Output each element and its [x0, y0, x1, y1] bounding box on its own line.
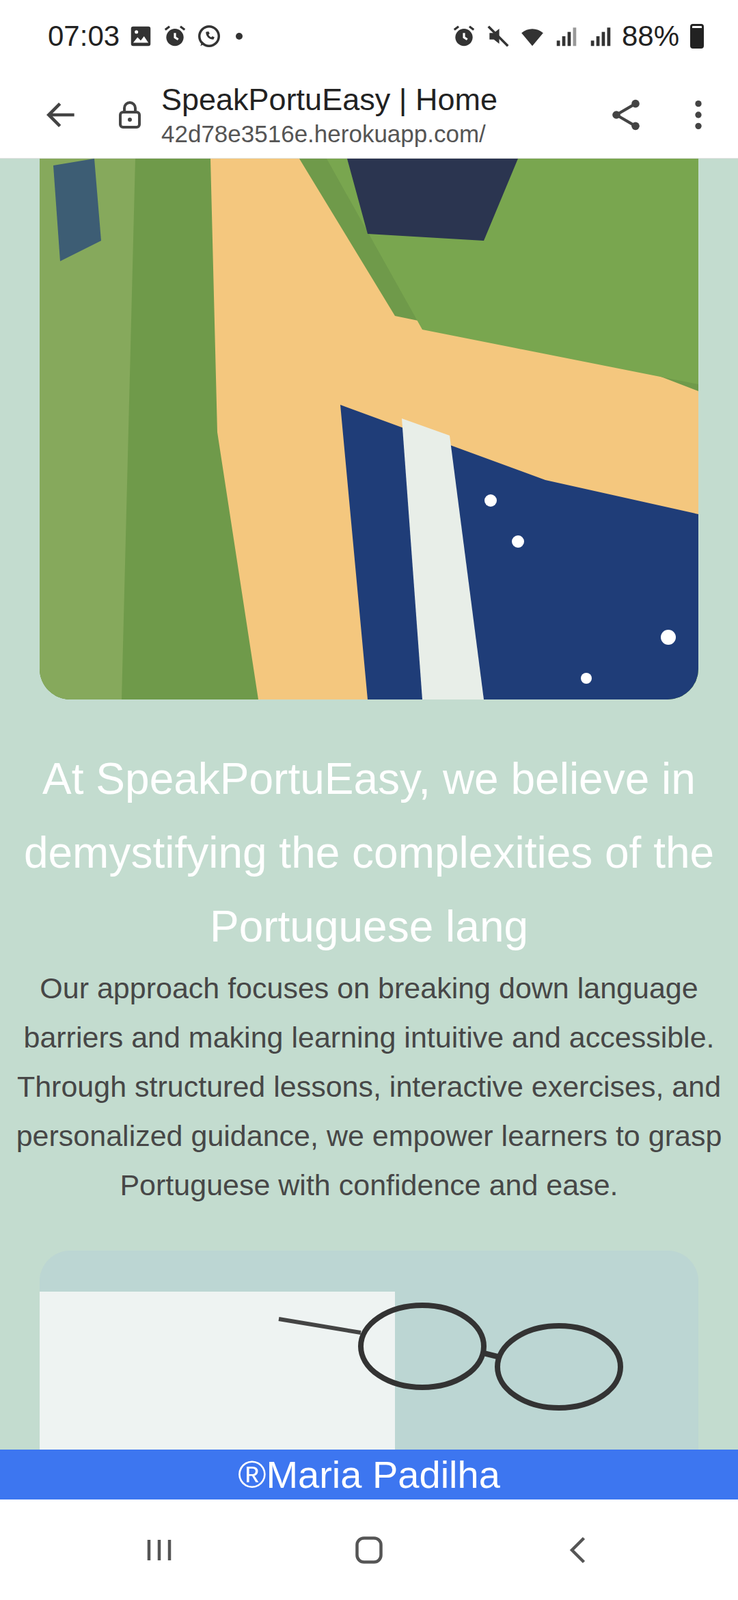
address-area[interactable]: SpeakPortuEasy | Home42d78e3516e.herokua…	[161, 80, 607, 149]
battery-fill	[692, 28, 702, 46]
page-title: SpeakPortuEasy | Home	[161, 80, 607, 119]
signal-icon	[553, 23, 580, 50]
alarm-icon	[451, 23, 477, 50]
signal-icon	[587, 23, 614, 50]
back-arrow-icon[interactable]	[42, 95, 81, 134]
hero-heading: At SpeakPortuEasy, we believe in demysti…	[0, 741, 738, 963]
browser-toolbar: SpeakPortuEasy | Home42d78e3516e.herokua…	[0, 71, 738, 159]
status-bar: 07:03 88%	[0, 0, 738, 72]
footer-bar: ®Maria Padilha	[0, 1448, 738, 1499]
status-left: 07:03	[47, 19, 243, 53]
navigation-bar	[0, 1498, 738, 1599]
whatsapp-icon	[196, 23, 223, 50]
battery-percent: 88%	[621, 19, 680, 53]
home-icon[interactable]	[348, 1528, 390, 1570]
recent-apps-icon[interactable]	[138, 1528, 180, 1570]
share-icon[interactable]	[606, 95, 646, 134]
clock: 07:03	[47, 19, 120, 53]
wifi-icon	[519, 23, 546, 50]
alarm-icon	[161, 23, 188, 50]
lock-icon[interactable]	[113, 98, 147, 132]
back-icon[interactable]	[558, 1528, 600, 1570]
web-page: At SpeakPortuEasy, we believe in demysti…	[0, 158, 738, 1499]
notification-dot	[235, 32, 243, 40]
mute-icon	[485, 23, 512, 50]
intro-paragraph: Our approach focuses on breaking down la…	[0, 962, 738, 1209]
more-menu-icon[interactable]	[679, 95, 718, 134]
gallery-icon	[127, 23, 154, 50]
flag-photo	[39, 158, 699, 700]
page-content: At SpeakPortuEasy, we believe in demysti…	[0, 158, 738, 1499]
status-right: 88%	[451, 19, 704, 53]
battery-icon	[690, 23, 704, 49]
page-url[interactable]: 42d78e3516e.herokuapp.com/	[161, 118, 607, 149]
